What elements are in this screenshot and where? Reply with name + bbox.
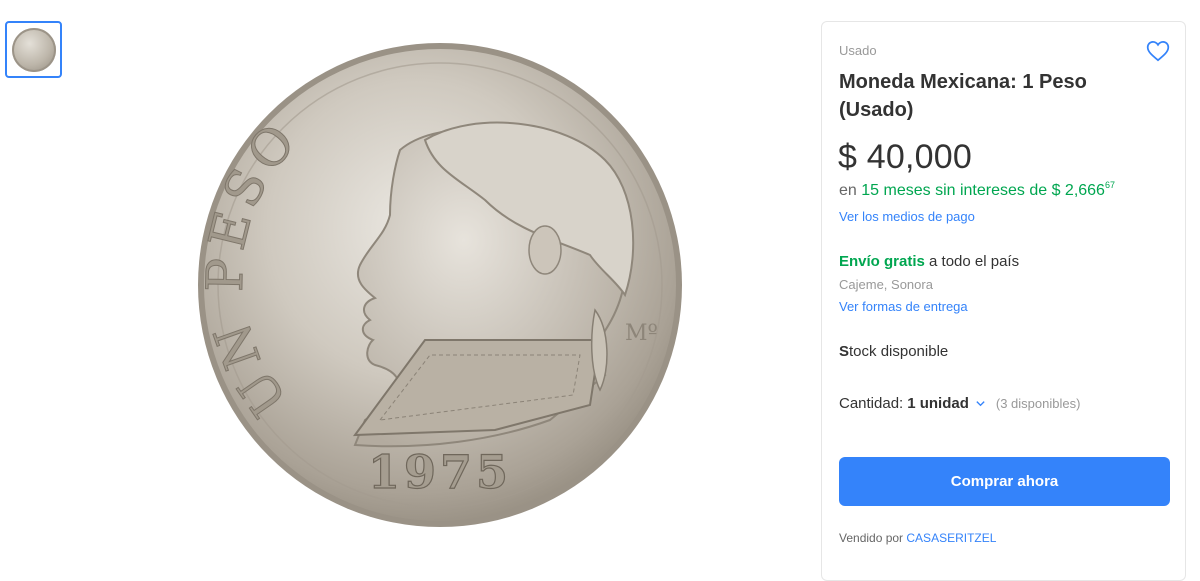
installments-prefix: en (839, 182, 857, 199)
thumbnail-coin-image (11, 27, 56, 72)
main-product-image[interactable]: UN PESO Mº 1975 (180, 30, 700, 540)
quantity-label: Cantidad: (839, 395, 904, 412)
product-title: Moneda Mexicana: 1 Peso (Usado) (839, 71, 1087, 121)
shipping-info: Envío gratis a todo el país (839, 253, 1019, 270)
shipping-scope: a todo el país (924, 253, 1020, 270)
stock-text: tock disponible (849, 343, 949, 360)
coin-image: UN PESO Mº 1975 (195, 43, 682, 527)
product-price: $ 40,000 (838, 138, 972, 176)
seller-prefix: Vendido por (839, 531, 907, 545)
seller-name-link[interactable]: CASASERITZEL (906, 531, 996, 545)
stock-status: Stock disponible (839, 343, 948, 360)
stock-first-letter: S (839, 343, 850, 360)
favorite-button[interactable] (1145, 38, 1171, 64)
installments-info: en 15 meses sin intereses de $ 2,66667 (839, 180, 1115, 200)
available-quantity: (3 disponibles) (995, 396, 1081, 411)
heart-outline-icon (1146, 41, 1170, 62)
chevron-down-icon (976, 401, 985, 407)
quantity-selector[interactable]: Cantidad: 1 unidad (3 disponibles) (839, 395, 1080, 412)
coin-mint-mark: Mº (625, 321, 658, 346)
seller-location: Cajeme, Sonora (839, 277, 933, 292)
buy-now-button[interactable]: Comprar ahora (839, 457, 1170, 506)
gallery-thumbnail[interactable] (5, 21, 62, 78)
installments-terms: 15 meses sin intereses de $ 2,666 (861, 182, 1105, 199)
payment-methods-link[interactable]: Ver los medios de pago (839, 209, 975, 224)
delivery-methods-link[interactable]: Ver formas de entrega (839, 299, 968, 314)
purchase-panel: Usado Moneda Mexicana: 1 Peso (Usado) $ … (821, 21, 1186, 581)
condition-label: Usado (839, 43, 877, 58)
coin-ear (528, 225, 562, 275)
seller-info: Vendido por CASASERITZEL (839, 531, 996, 545)
free-shipping-label: Envío gratis (839, 253, 925, 270)
quantity-value: 1 unidad (907, 395, 969, 412)
installments-cents: 67 (1104, 180, 1115, 190)
coin-year: 1975 (368, 445, 512, 499)
